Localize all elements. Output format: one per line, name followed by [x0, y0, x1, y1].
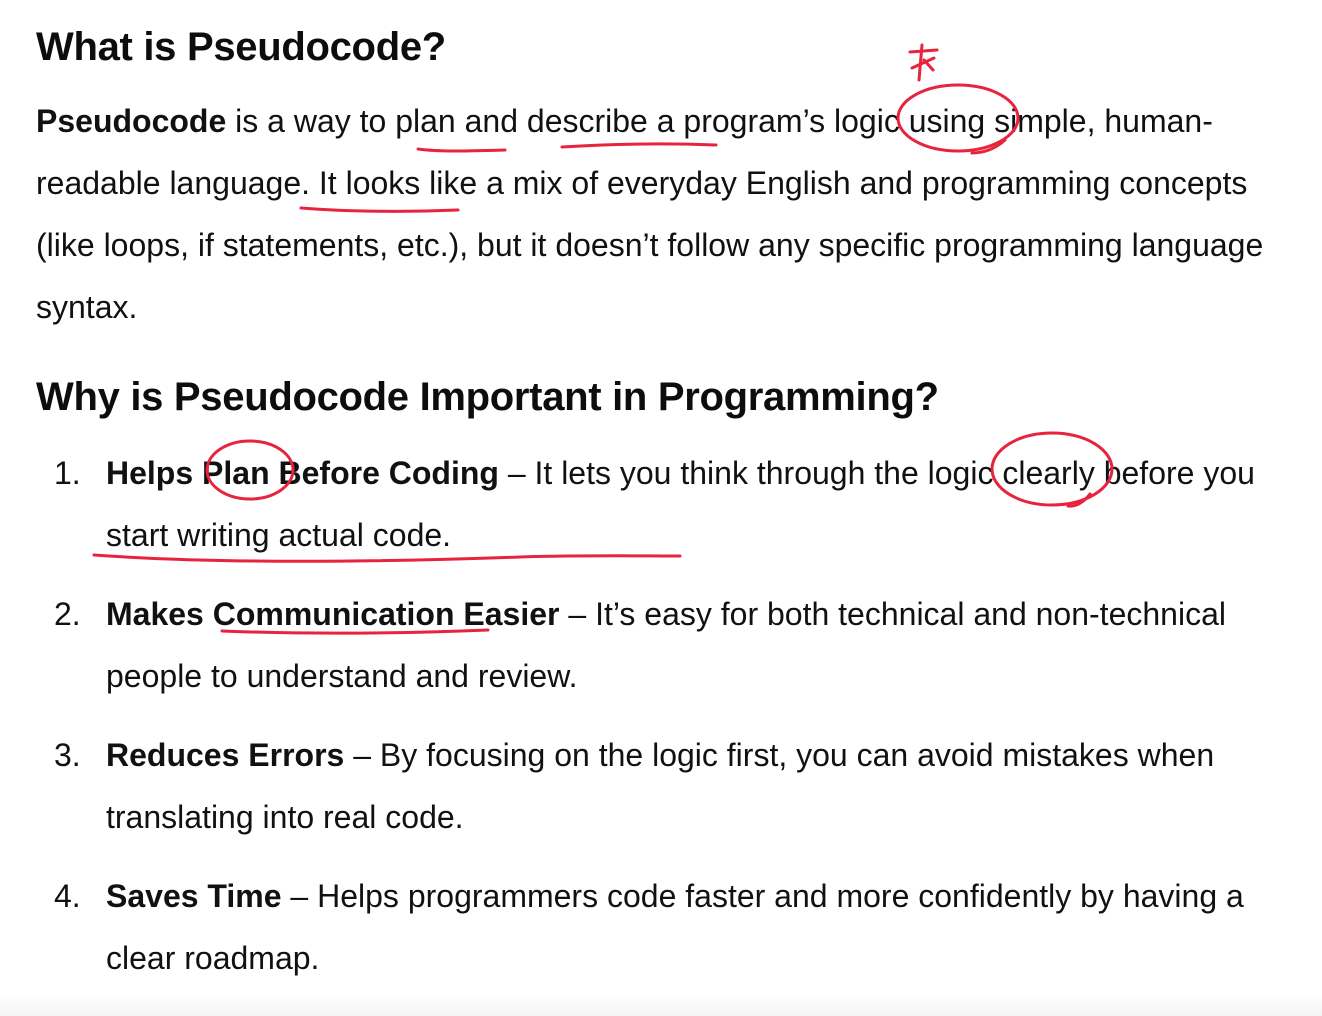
list-item: 4. Saves Time – Helps programmers code f…: [36, 865, 1306, 989]
list-item-number: 1.: [54, 455, 81, 491]
list-item-title: Makes Communication Easier: [106, 596, 560, 632]
list-item: 3. Reduces Errors – By focusing on the l…: [36, 724, 1306, 848]
intro-bold-term: Pseudocode: [36, 103, 227, 139]
importance-list: 1. Helps Plan Before Coding – It lets yo…: [36, 442, 1306, 1006]
bottom-edge: [0, 994, 1322, 1016]
list-item-number: 2.: [54, 596, 81, 632]
list-item-title: Reduces Errors: [106, 737, 345, 773]
list-item-title: Saves Time: [106, 878, 282, 914]
section-heading: Why is Pseudocode Important in Programmi…: [36, 375, 939, 419]
list-item-number: 3.: [54, 737, 81, 773]
star-mark-icon: [908, 43, 939, 82]
list-item: 1. Helps Plan Before Coding – It lets yo…: [36, 442, 1306, 566]
page-title: What is Pseudocode?: [36, 25, 446, 69]
list-item-title: Helps Plan Before Coding: [106, 455, 499, 491]
list-item-number: 4.: [54, 878, 81, 914]
intro-paragraph: Pseudocode is a way to plan and describe…: [36, 90, 1301, 338]
list-item: 2. Makes Communication Easier – It’s eas…: [36, 583, 1306, 707]
